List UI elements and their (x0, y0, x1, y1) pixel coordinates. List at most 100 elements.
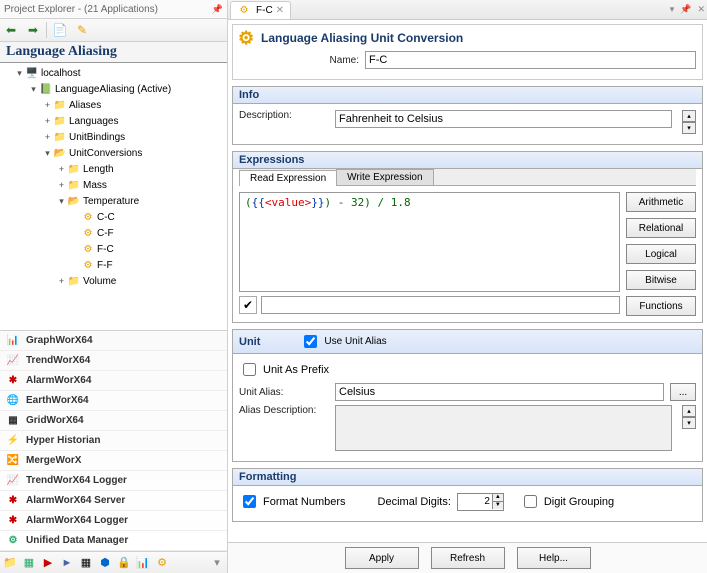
format-numbers-checkbox[interactable]: Format Numbers (239, 492, 346, 511)
tree-item-ff[interactable]: ⚙ F-F (0, 257, 227, 273)
app-label: AlarmWorX64 Server (26, 495, 125, 506)
info-section: Info Description: ▴▾ (232, 86, 703, 145)
app-gridworx[interactable]: ▦GridWorX64 (0, 411, 227, 431)
mini-icon[interactable]: ⚙ (154, 555, 170, 571)
digit-grouping-input[interactable] (524, 495, 537, 508)
project-tree[interactable]: ▾🖥️ localhost ▾📗 LanguageAliasing (Activ… (0, 63, 227, 330)
app-graphworx[interactable]: 📊GraphWorX64 (0, 331, 227, 351)
tab-read-expression[interactable]: Read Expression (239, 170, 337, 186)
description-input[interactable] (335, 110, 672, 128)
tree-folder-unitbindings[interactable]: +📁 UnitBindings (0, 129, 227, 145)
mini-icon[interactable]: ► (59, 555, 75, 571)
tree-item-cc[interactable]: ⚙ C-C (0, 209, 227, 225)
app-alarmworx-logger[interactable]: ✱AlarmWorX64 Logger (0, 511, 227, 531)
tree-label: Languages (69, 116, 119, 127)
app-label: AlarmWorX64 (26, 375, 91, 386)
tree-folder-volume[interactable]: +📁 Volume (0, 273, 227, 289)
mini-icon[interactable]: ▦ (21, 555, 37, 571)
app-alarmworx-server[interactable]: ✱AlarmWorX64 Server (0, 491, 227, 511)
document-tab[interactable]: ⚙ F-C ✕ (230, 1, 291, 19)
dropdown-icon[interactable]: ▾ (670, 4, 675, 15)
app-alarmworx[interactable]: ✱AlarmWorX64 (0, 371, 227, 391)
decimal-digits-input[interactable] (458, 494, 492, 510)
arithmetic-button[interactable]: Arithmetic (626, 192, 696, 212)
close-icon[interactable]: ✕ (697, 4, 705, 15)
bitwise-button[interactable]: Bitwise (626, 270, 696, 290)
title-section: ⚙ Language Aliasing Unit Conversion Name… (232, 24, 703, 80)
use-unit-alias-input[interactable] (304, 335, 317, 348)
tree-app[interactable]: ▾📗 LanguageAliasing (Active) (0, 81, 227, 97)
app-label: AlarmWorX64 Logger (26, 515, 128, 526)
editor-panel: ⚙ F-C ✕ ▾ 📌 ✕ ⚙ Language Aliasing Unit C… (228, 0, 707, 573)
decimal-digits-stepper[interactable]: ▲▼ (457, 493, 504, 511)
tree-item-cf[interactable]: ⚙ C-F (0, 225, 227, 241)
tree-label: UnitConversions (69, 148, 142, 159)
editor-content: ⚙ Language Aliasing Unit Conversion Name… (228, 20, 707, 542)
app-trendworx-logger[interactable]: 📈TrendWorX64 Logger (0, 471, 227, 491)
tree-folder-mass[interactable]: +📁 Mass (0, 177, 227, 193)
mini-icon[interactable]: 🔒 (116, 555, 132, 571)
logical-button[interactable]: Logical (626, 244, 696, 264)
pin-icon[interactable]: 📌 (680, 4, 691, 15)
alias-desc-scroll[interactable]: ▴▾ (682, 405, 696, 429)
tree-root[interactable]: ▾🖥️ localhost (0, 65, 227, 81)
tree-label: LanguageAliasing (Active) (55, 84, 171, 95)
expressions-section: Expressions Read Expression Write Expres… (232, 151, 703, 323)
expression-check-icon[interactable]: ✔ (239, 296, 257, 314)
mini-icon[interactable]: ⬢ (97, 555, 113, 571)
unit-alias-input[interactable] (335, 383, 664, 401)
app-hyperhistorian[interactable]: ⚡Hyper Historian (0, 431, 227, 451)
mini-icon[interactable]: 📁 (2, 555, 18, 571)
footer-buttons: Apply Refresh Help... (228, 542, 707, 573)
mini-icon[interactable]: ▶ (40, 555, 56, 571)
new-folder-icon[interactable]: 📄 (51, 21, 69, 39)
unit-legend: Unit (239, 336, 260, 348)
description-scroll[interactable]: ▴▾ (682, 110, 696, 134)
app-label: GridWorX64 (26, 415, 84, 426)
tree-label: UnitBindings (69, 132, 125, 143)
tree-label: C-C (97, 212, 115, 223)
mini-icon[interactable]: 📊 (135, 555, 151, 571)
mini-icon[interactable]: ▦ (78, 555, 94, 571)
digit-grouping-checkbox[interactable]: Digit Grouping (520, 492, 614, 511)
tree-folder-languages[interactable]: +📁 Languages (0, 113, 227, 129)
gear-icon: ⚙ (239, 31, 253, 45)
tree-folder-length[interactable]: +📁 Length (0, 161, 227, 177)
tree-folder-aliases[interactable]: +📁 Aliases (0, 97, 227, 113)
forward-icon[interactable]: ➡ (24, 21, 42, 39)
format-numbers-input[interactable] (243, 495, 256, 508)
functions-button[interactable]: Functions (626, 296, 696, 316)
tree-label: Volume (83, 276, 116, 287)
app-label: TrendWorX64 (26, 355, 90, 366)
unit-as-prefix-checkbox[interactable]: Unit As Prefix (239, 360, 329, 379)
app-mergeworx[interactable]: 🔀MergeWorX (0, 451, 227, 471)
pin-icon[interactable]: 📌 (212, 4, 223, 15)
close-doc-icon[interactable]: ✕ (276, 5, 284, 16)
back-icon[interactable]: ⬅ (2, 21, 20, 39)
app-trendworx[interactable]: 📈TrendWorX64 (0, 351, 227, 371)
expression-input[interactable] (261, 296, 620, 314)
spin-down-icon[interactable]: ▼ (492, 502, 503, 509)
use-unit-alias-checkbox[interactable]: Use Unit Alias (300, 332, 386, 351)
browse-alias-button[interactable]: ... (670, 383, 696, 401)
edit-icon[interactable]: ✎ (73, 21, 91, 39)
expression-tabs: Read Expression Write Expression (239, 169, 696, 186)
tree-label: F-C (97, 244, 114, 255)
refresh-button[interactable]: Refresh (431, 547, 505, 569)
name-input[interactable] (365, 51, 696, 69)
app-unified-data-manager[interactable]: ⚙Unified Data Manager (0, 531, 227, 551)
chevron-down-icon[interactable]: ▾ (209, 555, 225, 571)
relational-button[interactable]: Relational (626, 218, 696, 238)
help-button[interactable]: Help... (517, 547, 591, 569)
expression-code[interactable]: ({{<value>}}) - 32) / 1.8 (239, 192, 620, 292)
tree-folder-unitconversions[interactable]: ▾📂 UnitConversions (0, 145, 227, 161)
app-earthworx[interactable]: 🌐EarthWorX64 (0, 391, 227, 411)
unit-alias-label: Unit Alias: (239, 387, 329, 398)
tree-folder-temperature[interactable]: ▾📂 Temperature (0, 193, 227, 209)
unit-section: Unit Use Unit Alias Unit As Prefix (232, 329, 703, 462)
unit-as-prefix-input[interactable] (243, 363, 256, 376)
spin-up-icon[interactable]: ▲ (492, 494, 503, 502)
tab-write-expression[interactable]: Write Expression (336, 169, 433, 185)
apply-button[interactable]: Apply (345, 547, 419, 569)
tree-item-fc[interactable]: ⚙ F-C (0, 241, 227, 257)
